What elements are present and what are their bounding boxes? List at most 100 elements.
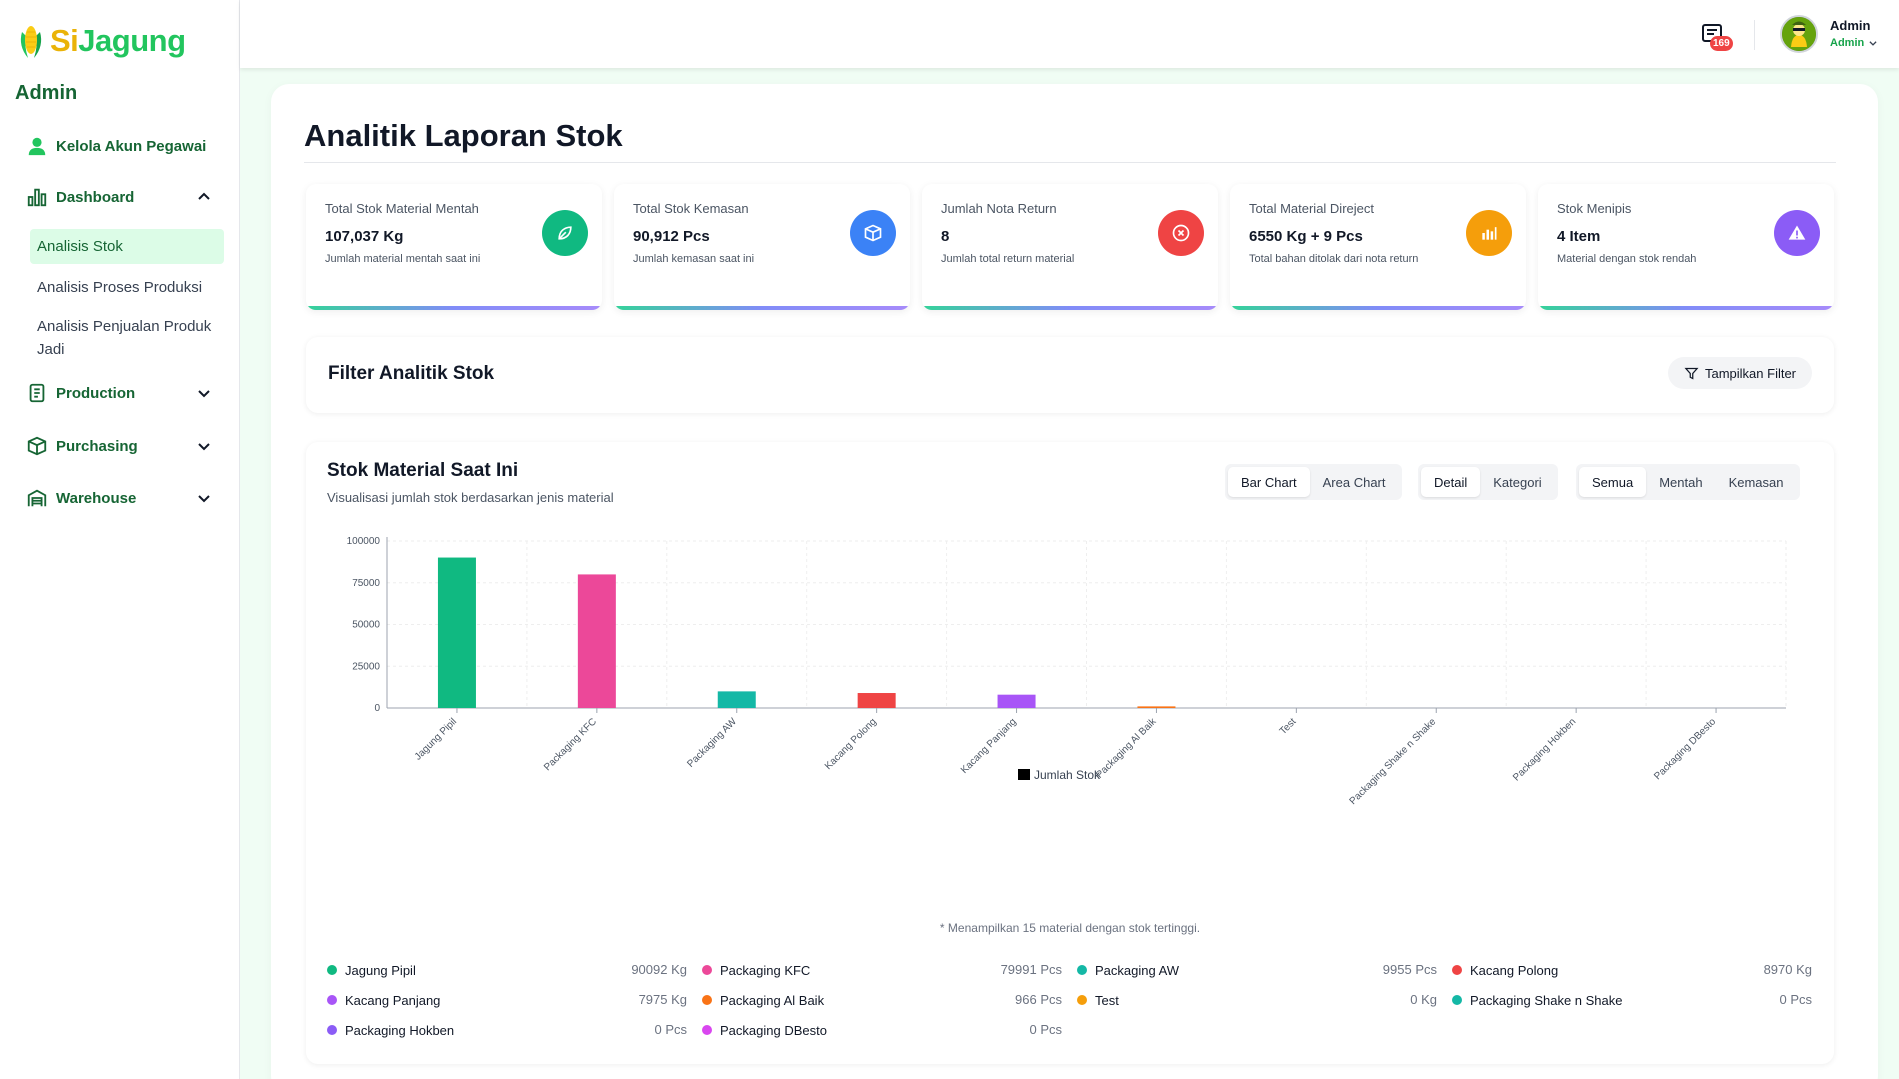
material-value: 90092 Kg [631, 962, 687, 977]
kemasan-button[interactable]: Kemasan [1716, 467, 1797, 497]
stat-card-accent-bar [1538, 306, 1834, 310]
avatar-image-icon [1782, 17, 1816, 51]
x-tick-label: Kacang Panjang [959, 716, 1019, 776]
x-tick-label: Packaging AW [685, 716, 739, 770]
bar-chart-button[interactable]: Bar Chart [1228, 467, 1310, 497]
material-list-item: Packaging DBesto 0 Pcs [702, 1021, 1062, 1039]
sidebar-item-warehouse[interactable]: Warehouse [26, 483, 216, 513]
material-list-item: Packaging Al Baik 966 Pcs [702, 991, 1062, 1009]
stat-card-kemasan: Total Stok Kemasan 90,912 Pcs Jumlah kem… [614, 184, 910, 310]
mentah-button[interactable]: Mentah [1646, 467, 1715, 497]
sidebar-subitem-analisis-penjualan[interactable]: Analisis Penjualan Produk Jadi [30, 309, 224, 367]
material-color-dot [1077, 995, 1087, 1005]
chart-bar [997, 694, 1036, 708]
sidebar-subitem-analisis-proses-produksi[interactable]: Analisis Proses Produksi [30, 270, 224, 305]
stat-card-value: 90,912 Pcs [633, 228, 710, 245]
stock-bar-chart: 0 25000 50000 75000 100000 Jagung Pipil Packag… [347, 536, 1787, 807]
x-tick-label: Jagung Pipil [413, 716, 459, 762]
kategori-view-button[interactable]: Kategori [1480, 467, 1554, 497]
sidebar-item-label: Warehouse [56, 489, 137, 507]
x-tick-label: Packaging Shake n Shake [1348, 716, 1439, 807]
sidebar-item-dashboard[interactable]: Dashboard [26, 182, 216, 212]
sidebar-item-label: Production [56, 384, 136, 402]
sidebar-item-kelola-akun[interactable]: Kelola Akun Pegawai [26, 131, 216, 161]
stat-card-value: 4 Item [1557, 228, 1601, 245]
dashboard-chart-icon [27, 188, 47, 207]
material-value: 7975 Kg [638, 992, 687, 1007]
material-value: 79991 Pcs [1000, 962, 1062, 977]
material-color-dot [1452, 995, 1462, 1005]
stat-card-label: Total Stok Material Mentah [325, 201, 479, 216]
x-tick-label: Packaging Hokben [1511, 716, 1578, 783]
material-list-item: Packaging AW 9955 Pcs [1077, 961, 1437, 979]
chevron-down-icon [198, 390, 210, 398]
logo-text-jagung: Jagung [78, 23, 186, 58]
stat-card-desc: Jumlah kemasan saat ini [633, 253, 755, 265]
material-list-item: Kacang Panjang 7975 Kg [327, 991, 687, 1009]
x-tick-label: Test [1278, 716, 1299, 737]
chart-subtitle: Visualisasi jumlah stok berdasarkan jeni… [327, 490, 614, 505]
package-icon [27, 436, 47, 456]
material-value: 0 Pcs [1029, 1022, 1062, 1037]
semua-button[interactable]: Semua [1579, 467, 1647, 497]
stat-card-material-mentah: Total Stok Material Mentah 107,037 Kg Ju… [306, 184, 602, 310]
stat-card-stok-menipis: Stok Menipis 4 Item Material dengan stok… [1538, 184, 1834, 310]
notification-count-badge: 169 [1710, 36, 1733, 51]
top-header [240, 0, 1899, 68]
stat-card-desc: Jumlah material mentah saat ini [325, 253, 481, 265]
sidebar-item-production[interactable]: Production [26, 378, 216, 408]
stat-card-label: Stok Menipis [1557, 201, 1632, 216]
material-list-item: Packaging Shake n Shake 0 Pcs [1452, 991, 1812, 1009]
stat-card-accent-bar [614, 306, 910, 310]
filter-panel: Filter Analitik Stok Tampilkan Filter [306, 337, 1834, 413]
chart-bar [1137, 706, 1176, 708]
chevron-down-icon [198, 443, 210, 451]
chevron-down-icon [1869, 41, 1877, 46]
x-circle-icon [1158, 210, 1204, 256]
material-value: 9955 Pcs [1382, 962, 1437, 977]
stat-card-label: Total Stok Kemasan [633, 201, 749, 216]
material-color-dot [1077, 965, 1087, 975]
sidebar-role-label: Admin [15, 82, 78, 104]
sidebar-item-purchasing[interactable]: Purchasing [26, 431, 216, 461]
chart-footnote: * Menampilkan 15 material dengan stok te… [939, 921, 1201, 935]
y-tick-label: 25000 [352, 661, 380, 672]
sidebar-item-label: Dashboard [56, 188, 135, 206]
chart-bar [577, 574, 616, 708]
user-role-dropdown[interactable]: Admin [1830, 37, 1878, 49]
area-chart-button[interactable]: Area Chart [1310, 467, 1399, 497]
x-tick-label: Packaging DBesto [1652, 716, 1718, 782]
stat-card-desc: Total bahan ditolak dari nota return [1249, 253, 1419, 265]
legend-label: Jumlah Stok [1034, 768, 1101, 782]
notification-button[interactable]: 169 [1700, 22, 1733, 52]
show-filter-button[interactable]: Tampilkan Filter [1668, 357, 1812, 389]
sidebar-subitem-analisis-stok[interactable]: Analisis Stok [30, 229, 224, 264]
stat-card-accent-bar [922, 306, 1218, 310]
stat-card-value: 8 [941, 228, 950, 245]
material-color-dot [702, 995, 712, 1005]
sidebar: SiJagung Admin Kelola Akun Pegawai Dashb… [0, 0, 240, 1079]
material-list-item: Jagung Pipil 90092 Kg [327, 961, 687, 979]
stat-card-accent-bar [1230, 306, 1526, 310]
chevron-up-icon [198, 192, 210, 200]
stat-card-label: Total Material Direject [1249, 201, 1374, 216]
chart-bar [717, 691, 756, 708]
material-value: 0 Kg [1410, 992, 1437, 1007]
avatar[interactable] [1780, 15, 1818, 53]
material-value: 8970 Kg [1763, 962, 1812, 977]
corn-logo-icon [20, 26, 42, 58]
material-value: 0 Pcs [1779, 992, 1812, 1007]
material-name: Packaging DBesto [720, 1022, 827, 1038]
material-color-dot [327, 995, 337, 1005]
filter-title: Filter Analitik Stok [328, 363, 495, 384]
detail-view-button[interactable]: Detail [1421, 467, 1481, 497]
warning-icon [1774, 210, 1820, 256]
warehouse-icon [27, 489, 47, 507]
logo-text-si: Si [50, 23, 79, 58]
material-value: 966 Pcs [1015, 992, 1062, 1007]
user-name[interactable]: Admin [1830, 18, 1870, 33]
material-name: Packaging Shake n Shake [1470, 992, 1623, 1008]
material-name: Packaging AW [1095, 962, 1180, 978]
app-logo[interactable]: SiJagung [16, 22, 186, 60]
y-tick-label: 100000 [347, 536, 381, 547]
